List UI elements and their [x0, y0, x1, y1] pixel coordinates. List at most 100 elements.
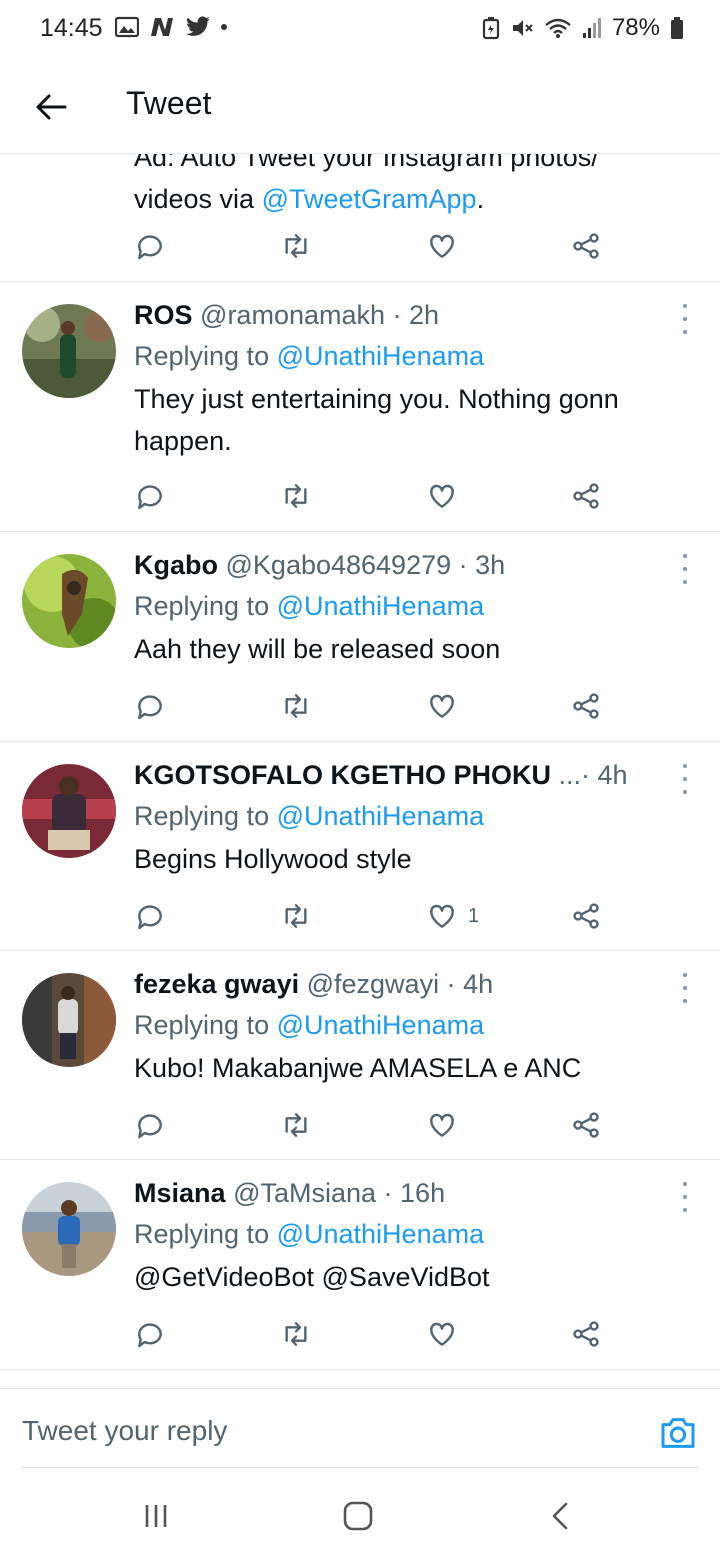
android-nav-bar — [0, 1468, 720, 1560]
partial-tweet[interactable]: Ad: Auto Tweet your Instagram photos/ vi… — [0, 154, 720, 282]
author-name[interactable]: ROS — [134, 300, 193, 330]
like-button[interactable] — [426, 1105, 468, 1145]
reply-button[interactable] — [134, 896, 166, 936]
partial-tweet-suffix: . — [476, 184, 485, 214]
battery-percent: 78% — [611, 14, 660, 41]
reply-icon — [138, 235, 162, 260]
replying-to-link[interactable]: @UnathiHenama — [277, 341, 485, 371]
author-name[interactable]: fezeka gwayi — [134, 969, 299, 999]
replying-to: Replying to @UnathiHenama — [134, 794, 694, 838]
retweet-icon — [285, 1113, 307, 1137]
like-button[interactable] — [426, 226, 458, 266]
reply-button[interactable] — [134, 1105, 166, 1145]
reply-composer — [0, 1388, 720, 1468]
heart-icon — [430, 234, 454, 258]
retweet-button[interactable] — [280, 226, 312, 266]
reply-tweet[interactable]: fezeka gwayi @fezgwayi · 4h Replying to … — [0, 951, 720, 1160]
replying-to-link[interactable]: @UnathiHenama — [277, 591, 485, 621]
reply-button[interactable] — [134, 1314, 166, 1354]
reply-input[interactable] — [22, 1411, 622, 1451]
retweet-button[interactable] — [280, 1105, 312, 1145]
share-icon — [573, 233, 599, 259]
author-handle: ... — [558, 760, 582, 790]
share-icon — [573, 693, 599, 719]
like-button[interactable] — [426, 686, 468, 726]
partial-tweet-line2: videos via @TweetGramApp. — [134, 178, 694, 220]
twitter-bird-icon — [186, 16, 210, 36]
reply-button[interactable] — [134, 476, 166, 516]
retweet-button[interactable] — [280, 686, 312, 726]
reply-feed[interactable]: Ad: Auto Tweet your Instagram photos/ vi… — [0, 154, 720, 1386]
avatar[interactable] — [22, 1182, 116, 1276]
author-handle: @TaMsiana — [233, 1178, 377, 1208]
tweet-text: Kubo! Makabanjwe AMASELA e ANC — [134, 1053, 582, 1083]
reply-icon — [138, 1323, 162, 1348]
reply-tweet[interactable]: Msiana @TaMsiana · 16h Replying to @Unat… — [0, 1160, 720, 1370]
replying-to-link[interactable]: @UnathiHenama — [277, 801, 485, 831]
avatar[interactable] — [22, 304, 116, 398]
like-count: 1 — [468, 904, 480, 927]
share-icon — [573, 1321, 599, 1347]
reply-tweet[interactable]: Kgabo @Kgabo48649279 · 3h Replying to @U… — [0, 532, 720, 742]
tweet-body: fezeka gwayi @fezgwayi · 4h Replying to … — [134, 965, 694, 1089]
tweet-actions — [134, 686, 614, 726]
back-button[interactable] — [26, 82, 76, 132]
author-name[interactable]: Msiana — [134, 1178, 226, 1208]
tweet-header: fezeka gwayi @fezgwayi · 4h — [134, 965, 694, 1003]
author-name[interactable]: Kgabo — [134, 550, 218, 580]
tweet-header: ROS @ramonamakh · 2h — [134, 296, 694, 334]
more-options-button[interactable] — [678, 554, 692, 584]
reply-tweet[interactable]: KGOTSOFALO KGETHO PHOKU ...· 4h Replying… — [0, 742, 720, 951]
author-handle: @ramonamakh — [200, 300, 386, 330]
more-options-button[interactable] — [678, 973, 692, 1003]
like-button[interactable]: 1 — [426, 896, 479, 936]
reply-icon — [138, 905, 162, 930]
like-button[interactable] — [426, 1314, 468, 1354]
reply-tweet[interactable]: ROS @ramonamakh · 2h Replying to @Unathi… — [0, 282, 720, 532]
retweet-button[interactable] — [280, 476, 312, 516]
share-button[interactable] — [570, 1314, 602, 1354]
wifi-icon — [545, 18, 571, 38]
avatar[interactable] — [22, 764, 116, 858]
tweet-text[interactable]: @GetVideoBot @SaveVidBot — [134, 1256, 694, 1298]
more-notifications-dot — [221, 24, 227, 30]
share-button[interactable] — [570, 226, 602, 266]
heart-icon — [430, 1113, 454, 1137]
reply-button[interactable] — [134, 226, 166, 266]
avatar[interactable] — [22, 554, 116, 648]
replying-to-label: Replying to — [134, 1010, 277, 1040]
retweet-button[interactable] — [280, 1314, 312, 1354]
share-button[interactable] — [570, 476, 602, 516]
tweet-text: They just entertaining you. Nothing gonn… — [134, 384, 619, 456]
retweet-button[interactable] — [280, 896, 312, 936]
more-options-button[interactable] — [678, 1182, 692, 1212]
avatar[interactable] — [22, 973, 116, 1067]
tweetgram-link[interactable]: @TweetGramApp — [262, 184, 477, 214]
battery-saver-icon — [482, 17, 500, 40]
tweet-time: · 16h — [383, 1178, 446, 1208]
author-handle: @fezgwayi — [306, 969, 440, 999]
replying-to-link[interactable]: @UnathiHenama — [277, 1010, 485, 1040]
like-button[interactable] — [426, 476, 468, 516]
heart-icon — [430, 1322, 454, 1346]
share-icon — [573, 903, 599, 929]
home-button[interactable] — [338, 1496, 378, 1536]
recent-apps-button[interactable] — [136, 1496, 176, 1536]
partial-tweet-line1: Ad: Auto Tweet your Instagram photos/ — [134, 154, 599, 172]
camera-button[interactable] — [658, 1413, 698, 1453]
replying-to-label: Replying to — [134, 341, 277, 371]
more-options-button[interactable] — [678, 304, 692, 334]
author-name[interactable]: KGOTSOFALO KGETHO PHOKU — [134, 760, 551, 790]
more-options-button[interactable] — [678, 764, 692, 794]
reply-icon — [138, 485, 162, 510]
share-button[interactable] — [570, 896, 602, 936]
reply-button[interactable] — [134, 686, 166, 726]
share-button[interactable] — [570, 686, 602, 726]
partial-tweet-prefix: videos via — [134, 184, 262, 214]
heart-icon — [430, 484, 454, 508]
share-button[interactable] — [570, 1105, 602, 1145]
tweet-header: KGOTSOFALO KGETHO PHOKU ...· 4h — [134, 756, 694, 794]
system-back-button[interactable] — [540, 1496, 580, 1536]
retweet-icon — [285, 484, 307, 508]
replying-to-link[interactable]: @UnathiHenama — [277, 1219, 485, 1249]
